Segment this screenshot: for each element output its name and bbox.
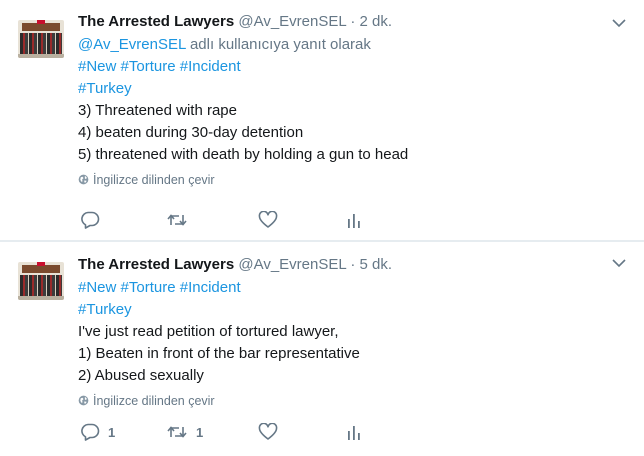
hashtag-link[interactable]: #Torture (121, 279, 176, 296)
tweet-text-line: 3) Threatened with rape (78, 102, 237, 119)
reply-icon (81, 211, 100, 229)
timestamp[interactable]: 2 dk. (360, 13, 393, 30)
translate-link[interactable]: İngilizce dilinden çevir (78, 393, 618, 409)
like-button[interactable] (258, 422, 286, 442)
reply-context-text: adlı kullanıcıya yanıt olarak (189, 36, 371, 53)
analytics-icon (348, 214, 360, 228)
separator-dot: · (350, 13, 356, 30)
hashtag-link[interactable]: #Turkey (78, 301, 132, 318)
tweet-header: The Arrested Lawyers @Av_EvrenSEL · 2 dk… (78, 12, 618, 32)
reply-count: 1 (108, 424, 116, 440)
analytics-icon (348, 426, 360, 440)
heart-icon (258, 423, 278, 440)
username[interactable]: @Av_EvrenSEL (238, 13, 346, 30)
analytics-button[interactable] (346, 422, 362, 442)
avatar[interactable] (18, 262, 64, 300)
tweet-text-line: #Turkey (78, 299, 618, 321)
avatar[interactable] (18, 20, 64, 58)
translate-link[interactable]: İngilizce dilinden çevir (78, 172, 618, 188)
reply-icon (81, 423, 100, 441)
translate-label: İngilizce dilinden çevir (93, 394, 215, 408)
reply-context: @Av_EvrenSEL adlı kullanıcıya yanıt olar… (78, 34, 618, 56)
heart-icon (258, 211, 278, 228)
tweet-header: The Arrested Lawyers @Av_EvrenSEL · 5 dk… (78, 255, 618, 275)
hashtag-link[interactable]: #Torture (121, 58, 176, 75)
display-name[interactable]: The Arrested Lawyers (78, 13, 234, 30)
globe-icon (78, 395, 89, 406)
tweet[interactable]: The Arrested Lawyers @Av_EvrenSEL · 2 dk… (0, 0, 644, 240)
like-button[interactable] (258, 210, 286, 230)
tweet-text-line: #Turkey (78, 78, 618, 100)
tweet-text-line: I've just read petition of tortured lawy… (78, 323, 339, 340)
tweet-text-line: 5) threatened with death by holding a gu… (78, 146, 409, 163)
reply-mention-link[interactable]: @Av_EvrenSEL (78, 36, 186, 53)
separator-dot: · (350, 256, 356, 273)
tweet-text-line: #New #Torture #Incident (78, 56, 618, 78)
retweet-count: 1 (196, 424, 204, 440)
retweet-icon (167, 214, 187, 226)
timestamp[interactable]: 5 dk. (360, 256, 393, 273)
translate-label: İngilizce dilinden çevir (93, 173, 215, 187)
hashtag-link[interactable]: #Incident (180, 58, 241, 75)
reply-button[interactable]: 1 (80, 422, 115, 442)
tweet-text-line: 1) Beaten in front of the bar representa… (78, 345, 360, 362)
tweet[interactable]: The Arrested Lawyers @Av_EvrenSEL · 5 dk… (0, 240, 644, 456)
retweet-button[interactable] (166, 210, 196, 230)
retweet-button[interactable]: 1 (166, 422, 203, 442)
hashtag-link[interactable]: #New (78, 279, 116, 296)
hashtag-link[interactable]: #Turkey (78, 80, 132, 97)
tweet-text-line: #New #Torture #Incident (78, 277, 618, 299)
hashtag-link[interactable]: #Incident (180, 279, 241, 296)
reply-button[interactable] (80, 210, 108, 230)
tweet-text-line: 4) beaten during 30-day detention (78, 124, 304, 141)
display-name[interactable]: The Arrested Lawyers (78, 256, 234, 273)
hashtag-link[interactable]: #New (78, 58, 116, 75)
globe-icon (78, 174, 89, 185)
username[interactable]: @Av_EvrenSEL (238, 256, 346, 273)
tweet-text-line: 2) Abused sexually (78, 367, 204, 384)
retweet-icon (167, 426, 187, 438)
analytics-button[interactable] (346, 210, 362, 230)
